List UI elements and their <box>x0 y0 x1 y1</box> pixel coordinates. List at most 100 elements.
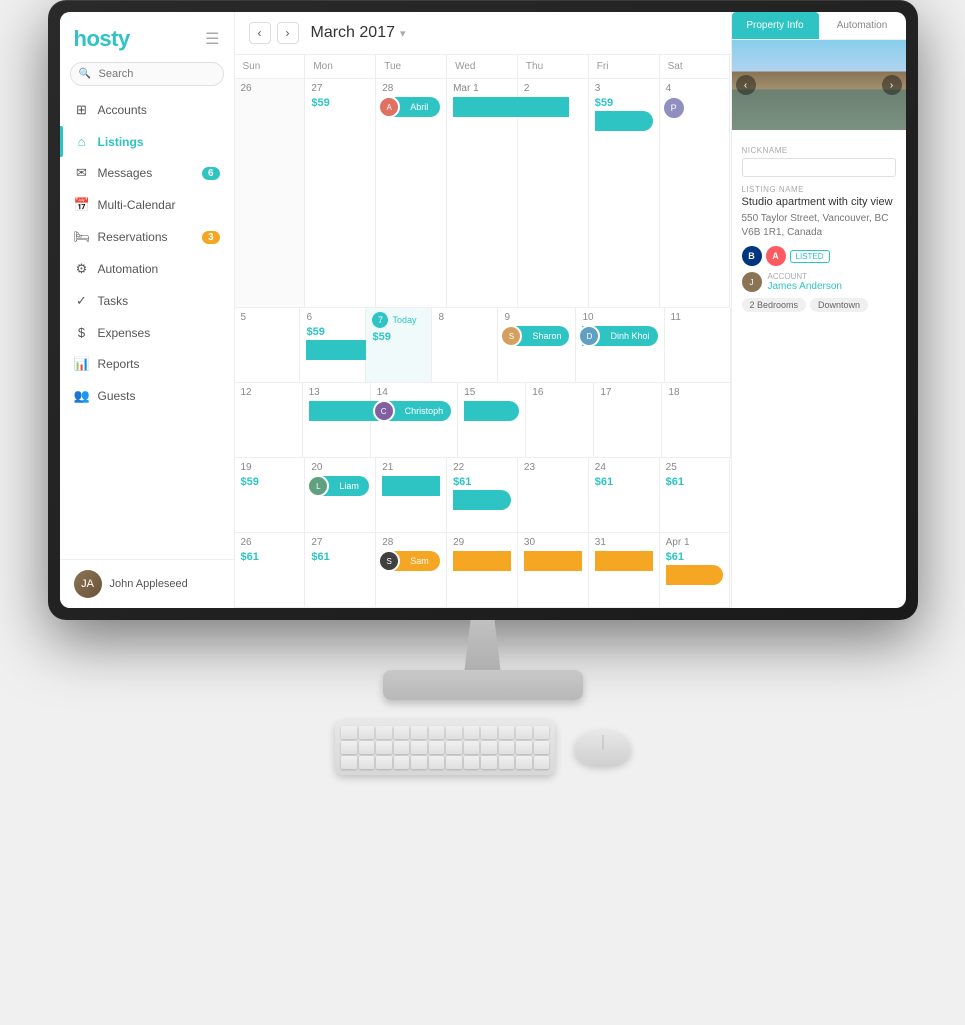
day-header-fri: Fri <box>589 55 660 79</box>
cal-cell-12[interactable]: 12 <box>235 383 303 458</box>
key-8 <box>464 726 480 739</box>
key-30 <box>429 756 445 769</box>
key-9 <box>481 726 497 739</box>
sidebar-item-automation[interactable]: ⚙ Automation <box>60 253 234 285</box>
key-14 <box>359 741 375 754</box>
cal-cell-24[interactable]: 24 $61 <box>589 458 660 533</box>
monitor-wrapper: hosty ☰ 🔍 ⊞ Accounts ⌂ Listings <box>0 0 965 1025</box>
tag-bedrooms[interactable]: 2 Bedrooms <box>742 298 807 312</box>
hamburger-icon[interactable]: ☰ <box>205 29 219 49</box>
sidebar-item-messages[interactable]: ✉ Messages 6 <box>60 157 234 189</box>
cal-cell-mar1[interactable]: Mar 1 <box>447 79 518 308</box>
cal-cell-21[interactable]: 21 <box>376 458 447 533</box>
cal-cell-7-today[interactable]: 7 Today $59 <box>366 308 432 383</box>
sidebar-item-tasks[interactable]: ✓ Tasks <box>60 285 234 317</box>
stand-base <box>383 670 583 700</box>
account-section: J ACCOUNT James Anderson <box>742 272 896 292</box>
cal-cell-5[interactable]: 5 <box>235 308 301 383</box>
event-sharon-name: Sharon <box>532 331 561 341</box>
search-input[interactable] <box>70 62 224 86</box>
cal-cell-13[interactable]: 13 <box>303 383 371 458</box>
tab-property-info[interactable]: Property Info <box>732 12 819 39</box>
event-abril[interactable]: A Abril <box>382 97 440 117</box>
key-10 <box>499 726 515 739</box>
peripherals <box>335 720 630 775</box>
cal-cell-29[interactable]: 29 <box>447 533 518 608</box>
cal-cell-3[interactable]: 3 $59 <box>589 79 660 308</box>
sidebar-item-accounts[interactable]: ⊞ Accounts <box>60 94 234 126</box>
cal-cell-2[interactable]: 2 <box>518 79 589 308</box>
cal-cell-4[interactable]: 4 P <box>660 79 731 308</box>
image-prev-button[interactable]: ‹ <box>736 75 756 95</box>
cal-cell-26-mar[interactable]: 26 $61 <box>235 533 306 608</box>
mouse <box>575 730 630 765</box>
sidebar-logo: hosty ☰ <box>60 12 234 62</box>
cal-cell-25[interactable]: 25 $61 <box>660 458 731 533</box>
property-tags: 2 Bedrooms Downtown <box>742 298 896 312</box>
screen: hosty ☰ 🔍 ⊞ Accounts ⌂ Listings <box>60 12 906 608</box>
cal-cell-apr1[interactable]: Apr 1 $61 <box>660 533 731 608</box>
next-month-button[interactable]: › <box>277 22 299 44</box>
abril-avatar: A <box>378 96 400 118</box>
cal-cell-30[interactable]: 30 <box>518 533 589 608</box>
event-liam[interactable]: L Liam <box>311 476 369 496</box>
tab-automation[interactable]: Automation <box>819 12 906 39</box>
cal-cell-14[interactable]: 14 C Christoph <box>371 383 459 458</box>
listings-icon: ⌂ <box>74 134 90 149</box>
key-29 <box>411 756 427 769</box>
image-next-button[interactable]: › <box>882 75 902 95</box>
today-label: Today <box>392 315 416 325</box>
booking-badge: B <box>742 246 762 266</box>
cal-cell-22[interactable]: 22 $61 <box>447 458 518 533</box>
event-abril-span2 <box>595 111 653 131</box>
logo-text: hosty <box>74 26 130 52</box>
cal-cell-19[interactable]: 19 $59 <box>235 458 306 533</box>
sidebar-item-multi-calendar[interactable]: 📅 Multi-Calendar <box>60 189 234 221</box>
sidebar-footer: JA John Appleseed <box>60 559 234 608</box>
nav-label-tasks: Tasks <box>98 294 129 308</box>
cal-cell-28-mar[interactable]: 28 S Sam <box>376 533 447 608</box>
cal-cell-27-mar[interactable]: 27 $61 <box>305 533 376 608</box>
key-23 <box>516 741 532 754</box>
cal-cell-26-feb[interactable]: 26 <box>235 79 306 308</box>
cal-cell-31[interactable]: 31 <box>589 533 660 608</box>
cal-cell-10[interactable]: 10 D Dinh Khoi <box>576 308 664 383</box>
sidebar-item-listings[interactable]: ⌂ Listings <box>60 126 234 157</box>
cal-cell-15[interactable]: 15 <box>458 383 526 458</box>
month-dropdown-icon[interactable]: ▾ <box>400 27 406 40</box>
tag-downtown[interactable]: Downtown <box>810 298 868 312</box>
tasks-icon: ✓ <box>74 293 90 309</box>
event-christoph[interactable]: C Christoph <box>377 401 452 421</box>
cal-cell-23[interactable]: 23 <box>518 458 589 533</box>
cal-cell-27[interactable]: 27$59 <box>305 79 376 308</box>
event-sam[interactable]: S Sam <box>382 551 440 571</box>
cal-cell-18[interactable]: 18 <box>662 383 730 458</box>
cal-cell-9[interactable]: 9 S Sharon <box>498 308 576 383</box>
event-sam-span2 <box>524 551 582 571</box>
key-17 <box>411 741 427 754</box>
event-sam-name: Sam <box>410 556 429 566</box>
sidebar-item-guests[interactable]: 👥 Guests <box>60 380 234 412</box>
cal-cell-28[interactable]: 28 A Abril <box>376 79 447 308</box>
key-34 <box>499 756 515 769</box>
reservations-icon: 🛏 <box>74 229 90 245</box>
cal-cell-17[interactable]: 17 <box>594 383 662 458</box>
key-27 <box>376 756 392 769</box>
nav-label-reservations: Reservations <box>98 230 168 244</box>
cal-cell-6[interactable]: 6 $59 <box>300 308 366 383</box>
cal-cell-16[interactable]: 16 <box>526 383 594 458</box>
cal-cell-20[interactable]: 20 L Liam <box>305 458 376 533</box>
sidebar-item-expenses[interactable]: $ Expenses <box>60 317 234 348</box>
event-sharon[interactable]: S Sharon <box>504 326 569 346</box>
event-dinhkhoi[interactable]: D Dinh Khoi <box>582 326 657 346</box>
prev-month-button[interactable]: ‹ <box>249 22 271 44</box>
nickname-input[interactable] <box>742 158 896 177</box>
sidebar-item-reservations[interactable]: 🛏 Reservations 3 <box>60 221 234 253</box>
reservations-badge: 3 <box>202 231 220 244</box>
main-content: ‹ › March 2017 ▾ Sun Mon Tue Wed <box>235 12 731 608</box>
cal-cell-11[interactable]: 11 <box>665 308 731 383</box>
event-sam-span1 <box>453 551 511 571</box>
sidebar-item-reports[interactable]: 📊 Reports <box>60 348 234 380</box>
room-svg <box>732 40 906 130</box>
cal-cell-8[interactable]: 8 <box>432 308 498 383</box>
